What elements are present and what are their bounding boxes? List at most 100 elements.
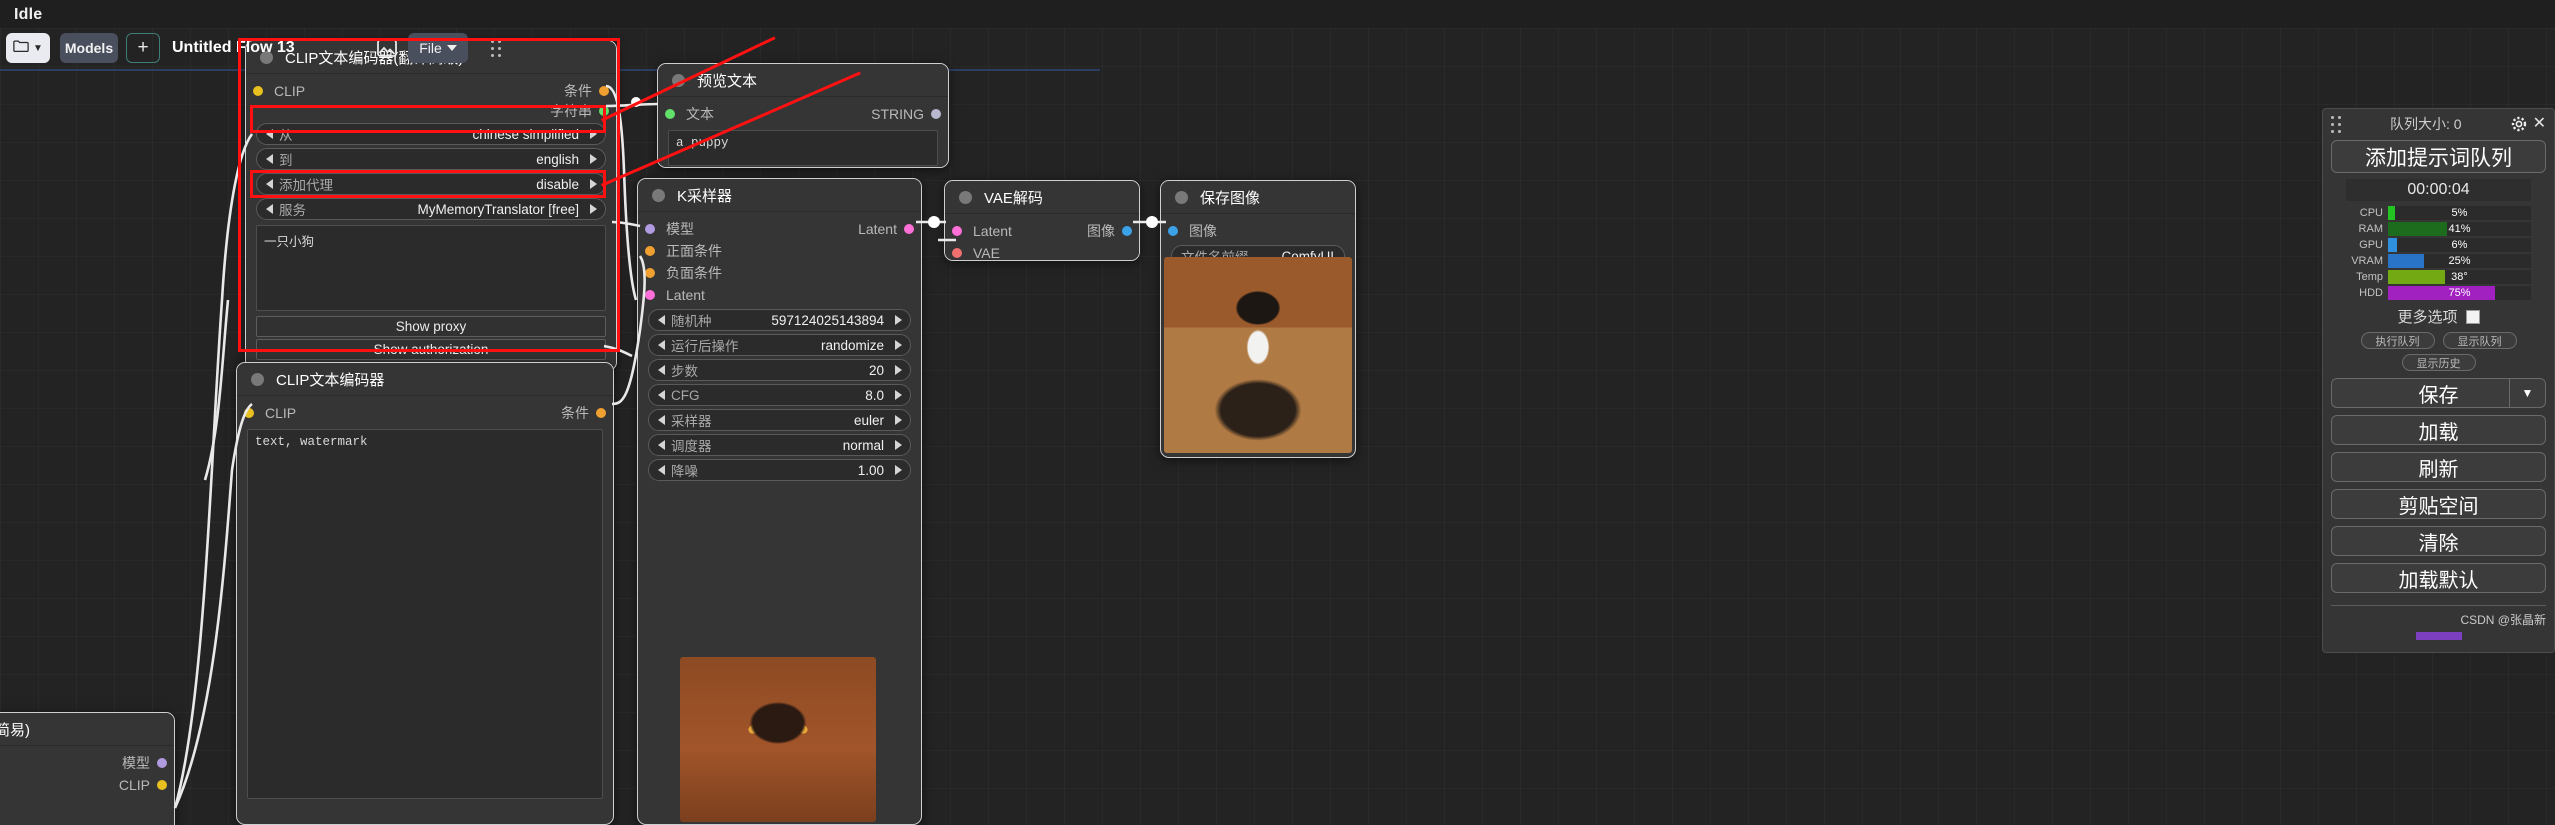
comfy-menu-panel[interactable]: 队列大小: 0 ✕ 添加提示词队列 00:00:04 CPU 5% RAM 41… — [2322, 108, 2555, 653]
node-save-image[interactable]: 保存图像 图像 文件名前缀 ComfyUI — [1160, 180, 1356, 458]
node-clip-text-encode[interactable]: CLIP文本编码器 CLIP 条件 text, watermark — [236, 362, 614, 825]
arrow-right-icon[interactable] — [895, 440, 902, 450]
file-menu-button[interactable]: File — [408, 33, 468, 63]
arrow-right-icon[interactable] — [590, 179, 597, 189]
grip-dots-icon[interactable] — [484, 33, 508, 63]
widget-control-after-generate[interactable]: 运行后操作 randomize — [648, 334, 911, 356]
node-preview-text[interactable]: 预览文本 文本 STRING a puppy — [657, 63, 949, 168]
arrow-left-icon[interactable] — [658, 415, 665, 425]
widget-steps[interactable]: 步数 20 — [648, 359, 911, 381]
node-checkpoint-loader-simple[interactable]: 器(简易) 模型 CLIP — [0, 712, 175, 825]
node-collapse-icon[interactable] — [251, 372, 264, 386]
port-row: CLIP — [0, 774, 174, 796]
clipspace-button[interactable]: 剪贴空间 — [2331, 489, 2546, 519]
arrow-right-icon[interactable] — [895, 315, 902, 325]
node-header[interactable]: 器(简易) — [0, 713, 174, 746]
flow-title[interactable]: Untitled Flow 13 — [172, 33, 295, 63]
arrow-left-icon[interactable] — [658, 390, 665, 400]
widget-to[interactable]: 到 english — [256, 148, 606, 170]
widget-seed[interactable]: 随机种 597124025143894 — [648, 309, 911, 331]
port-row: Latent — [638, 284, 921, 306]
input-port-latent[interactable] — [645, 290, 655, 300]
arrow-right-icon[interactable] — [895, 465, 902, 475]
image-icon[interactable] — [374, 33, 400, 63]
widget-from[interactable]: 从 chinese simplified — [256, 123, 606, 145]
widget-denoise[interactable]: 降噪 1.00 — [648, 459, 911, 481]
arrow-left-icon[interactable] — [266, 154, 273, 164]
models-button[interactable]: Models — [60, 33, 118, 63]
view-history-button[interactable]: 显示历史 — [2401, 354, 2476, 371]
node-collapse-icon[interactable] — [1175, 190, 1188, 204]
input-port-negative[interactable] — [645, 268, 655, 278]
load-button[interactable]: 加载 — [2331, 415, 2546, 445]
stat-track: 75% — [2388, 286, 2531, 300]
node-header[interactable]: K采样器 — [638, 179, 921, 212]
more-options-row[interactable]: 更多选项 — [2331, 306, 2546, 327]
gear-icon[interactable] — [2511, 116, 2527, 132]
output-port-string[interactable] — [931, 109, 941, 119]
arrow-left-icon[interactable] — [266, 129, 273, 139]
input-port-text[interactable] — [665, 109, 675, 119]
show-authorization-button[interactable]: Show authorization — [256, 339, 606, 360]
arrow-right-icon[interactable] — [590, 204, 597, 214]
clear-button[interactable]: 清除 — [2331, 526, 2546, 556]
arrow-left-icon[interactable] — [266, 204, 273, 214]
arrow-right-icon[interactable] — [895, 390, 902, 400]
close-icon[interactable]: ✕ — [2533, 116, 2546, 132]
node-header[interactable]: VAE解码 — [945, 181, 1139, 214]
save-button[interactable]: 保存 ▼ — [2331, 378, 2546, 408]
arrow-right-icon[interactable] — [895, 340, 902, 350]
widget-service[interactable]: 服务 MyMemoryTranslator [free] — [256, 198, 606, 220]
input-port-model[interactable] — [645, 224, 655, 234]
widget-add-proxy[interactable]: 添加代理 disable — [256, 173, 606, 195]
folder-button[interactable]: ▼ — [6, 33, 50, 63]
arrow-left-icon[interactable] — [658, 465, 665, 475]
input-port-clip[interactable] — [253, 86, 263, 96]
arrow-left-icon[interactable] — [266, 179, 273, 189]
arrow-right-icon[interactable] — [895, 415, 902, 425]
more-options-checkbox[interactable] — [2465, 309, 2480, 324]
refresh-button[interactable]: 刷新 — [2331, 452, 2546, 482]
queue-prompt-button[interactable]: 添加提示词队列 — [2331, 140, 2546, 173]
save-dropdown-caret-icon[interactable]: ▼ — [2509, 379, 2545, 407]
arrow-left-icon[interactable] — [658, 365, 665, 375]
input-port-vae[interactable] — [952, 248, 962, 258]
input-port-image[interactable] — [1168, 226, 1178, 236]
widget-sampler[interactable]: 采样器 euler — [648, 409, 911, 431]
node-vae-decode[interactable]: VAE解码 Latent 图像 VAE — [944, 180, 1140, 261]
prompt-textarea[interactable]: text, watermark — [247, 429, 603, 799]
widget-scheduler[interactable]: 调度器 normal — [648, 434, 911, 456]
output-port-conditioning[interactable] — [599, 86, 609, 96]
show-proxy-button[interactable]: Show proxy — [256, 316, 606, 337]
arrow-right-icon[interactable] — [590, 129, 597, 139]
node-header[interactable]: CLIP文本编码器 — [237, 363, 613, 396]
prompt-textarea[interactable]: 一只小狗 — [256, 225, 606, 311]
grip-dots-icon[interactable] — [2331, 115, 2341, 133]
node-collapse-icon[interactable] — [652, 188, 665, 202]
arrow-right-icon[interactable] — [895, 365, 902, 375]
output-port-model[interactable] — [157, 758, 167, 768]
output-port-image[interactable] — [1122, 226, 1132, 236]
output-port-clip[interactable] — [157, 780, 167, 790]
input-port-positive[interactable] — [645, 246, 655, 256]
widget-cfg[interactable]: CFG 8.0 — [648, 384, 911, 406]
arrow-left-icon[interactable] — [658, 315, 665, 325]
arrow-left-icon[interactable] — [658, 340, 665, 350]
view-queue-button[interactable]: 显示队列 — [2442, 332, 2517, 349]
output-port-conditioning[interactable] — [596, 408, 606, 418]
run-queue-button[interactable]: 执行队列 — [2360, 332, 2435, 349]
node-collapse-icon[interactable] — [959, 190, 972, 204]
node-header[interactable]: 预览文本 — [658, 64, 948, 97]
node-clip-text-encode-translate-advanced[interactable]: CLIP文本编码器(翻译高级) CLIP 条件 字符串 从 chinese si… — [245, 40, 617, 371]
input-label-clip: CLIP — [265, 405, 297, 421]
widget-label: 运行后操作 — [671, 339, 739, 354]
input-port-latent[interactable] — [952, 226, 962, 236]
input-port-clip[interactable] — [244, 408, 254, 418]
add-tab-button[interactable]: + — [126, 33, 160, 63]
load-default-button[interactable]: 加载默认 — [2331, 563, 2546, 593]
output-port-latent[interactable] — [904, 224, 914, 234]
node-ksampler[interactable]: K采样器 模型 Latent 正面条件 负面条件 Latent 随机种 5971… — [637, 178, 922, 825]
arrow-right-icon[interactable] — [590, 154, 597, 164]
arrow-left-icon[interactable] — [658, 440, 665, 450]
node-header[interactable]: 保存图像 — [1161, 181, 1355, 214]
